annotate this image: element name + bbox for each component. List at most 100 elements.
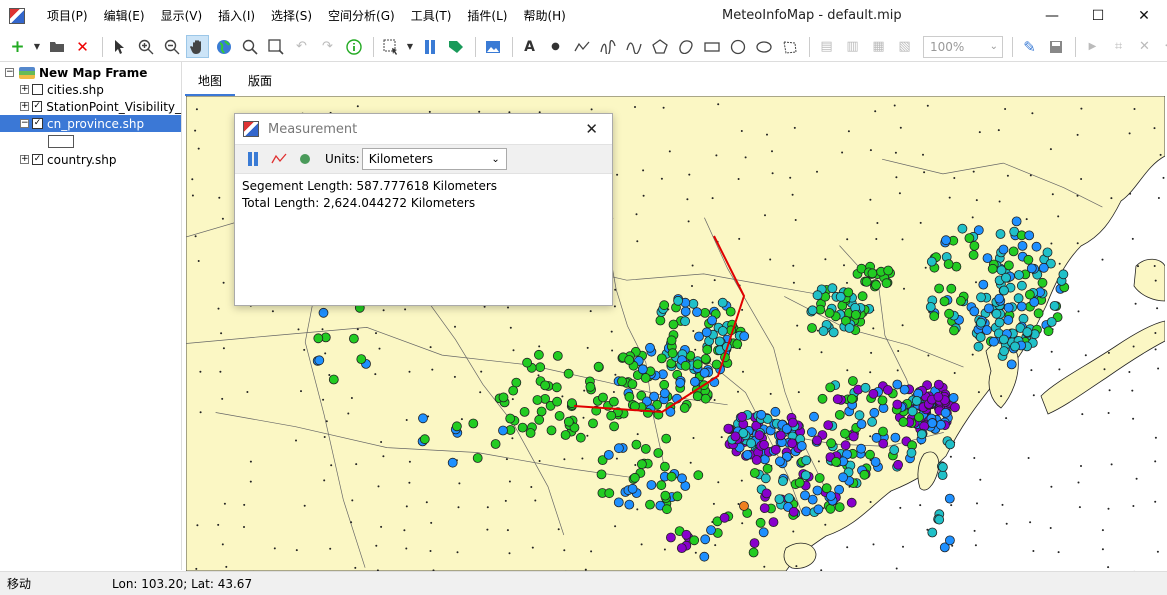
layer-visibility-checkbox[interactable]: ✓	[32, 118, 43, 129]
grid-point	[1005, 522, 1008, 525]
add-layer-icon[interactable]: +	[6, 35, 29, 58]
grid-point	[506, 529, 509, 532]
menu-project[interactable]: 项目(P)	[39, 0, 96, 32]
delete-feature-icon[interactable]: ✕	[1133, 35, 1156, 58]
close-button[interactable]: ✕	[1121, 0, 1167, 32]
station-point	[1008, 246, 1019, 257]
menu-spatial-analysis[interactable]: 空间分析(G)	[320, 0, 403, 32]
label-tag-icon[interactable]	[444, 35, 467, 58]
tab-layout-view[interactable]: 版面	[235, 66, 285, 96]
grid-point	[586, 346, 589, 349]
layer-visibility-checkbox[interactable]	[32, 84, 43, 95]
ellipse-icon[interactable]	[752, 35, 775, 58]
undo-icon[interactable]: ↶	[290, 35, 313, 58]
zoom-rectangle-icon[interactable]	[264, 35, 287, 58]
menu-view[interactable]: 显示(V)	[153, 0, 211, 32]
remove-layer-icon[interactable]: ✕	[71, 35, 94, 58]
select-features-icon[interactable]	[379, 35, 402, 58]
page-zoom-out-icon[interactable]: ▦	[867, 35, 890, 58]
menu-edit[interactable]: 编辑(E)	[96, 0, 153, 32]
point-icon[interactable]: ●	[544, 35, 567, 58]
circle-icon[interactable]	[726, 35, 749, 58]
measure-icon[interactable]	[418, 35, 441, 58]
curve-polygon-icon[interactable]	[674, 35, 697, 58]
menu-insert[interactable]: 插入(I)	[210, 0, 263, 32]
curve-icon[interactable]	[622, 35, 645, 58]
grid-point	[1156, 307, 1159, 310]
layer-visibility-checkbox[interactable]: ✓	[32, 101, 43, 112]
grid-point	[377, 485, 380, 488]
station-point	[1038, 262, 1049, 273]
polyline-icon[interactable]	[570, 35, 593, 58]
menu-tools[interactable]: 工具(T)	[403, 0, 460, 32]
tab-map-view[interactable]: 地图	[185, 66, 236, 96]
save-edits-icon[interactable]	[1044, 35, 1067, 58]
measure-polyline-icon[interactable]	[269, 149, 289, 169]
expand-icon[interactable]: +	[20, 155, 29, 164]
text-icon[interactable]: A	[518, 35, 541, 58]
measure-feature-icon[interactable]	[295, 149, 315, 169]
layer-item-country[interactable]: + ✓ country.shp	[0, 151, 181, 168]
layer-visibility-checkbox[interactable]: ✓	[32, 154, 43, 165]
polygon-icon[interactable]	[648, 35, 671, 58]
collapse-icon[interactable]: −	[20, 119, 29, 128]
zoom-combobox[interactable]: 100% ⌄	[923, 35, 1003, 58]
grid-point	[874, 110, 877, 113]
maximize-button[interactable]: ☐	[1075, 0, 1121, 32]
layer-item-cn-province[interactable]: − ✓ cn_province.shp	[0, 115, 181, 132]
grid-point	[380, 525, 383, 528]
open-folder-icon[interactable]	[45, 35, 68, 58]
dropdown-arrow-icon[interactable]: ▼	[32, 35, 42, 58]
full-extent-globe-icon[interactable]	[212, 35, 235, 58]
zoom-in-icon[interactable]	[134, 35, 157, 58]
grid-point	[870, 351, 873, 354]
redo-icon[interactable]: ↷	[316, 35, 339, 58]
expand-icon[interactable]: +	[20, 102, 29, 111]
grid-point	[847, 130, 850, 133]
page-setup-icon[interactable]: ▤	[815, 35, 838, 58]
grid-point	[1077, 481, 1080, 484]
menu-help[interactable]: 帮助(H)	[515, 0, 573, 32]
rectangle-icon[interactable]	[700, 35, 723, 58]
station-point	[988, 336, 999, 347]
station-point	[1006, 359, 1017, 370]
grid-point	[534, 499, 537, 502]
grid-point	[430, 521, 433, 524]
grid-point	[1107, 412, 1110, 414]
insert-picture-icon[interactable]	[481, 35, 504, 58]
info-icon[interactable]	[342, 35, 365, 58]
pan-hand-icon[interactable]	[186, 35, 209, 58]
layer-item-cities[interactable]: + cities.shp	[0, 81, 181, 98]
layer-tree-frame[interactable]: − New Map Frame	[0, 64, 181, 81]
menu-select[interactable]: 选择(S)	[263, 0, 320, 32]
move-feature-icon[interactable]: ✥	[1159, 35, 1167, 58]
page-zoom-in-icon[interactable]: ▥	[841, 35, 864, 58]
zoom-out-icon[interactable]	[160, 35, 183, 58]
page-fit-icon[interactable]: ▧	[893, 35, 916, 58]
grid-point	[1153, 127, 1156, 130]
dialog-close-button[interactable]: ✕	[585, 120, 598, 138]
identify-search-icon[interactable]	[238, 35, 261, 58]
dropdown-arrow-icon[interactable]: ▼	[405, 35, 415, 58]
grid-point	[744, 156, 747, 159]
minimize-button[interactable]: —	[1029, 0, 1075, 32]
grid-point	[486, 506, 489, 509]
station-point	[725, 306, 736, 317]
expand-icon[interactable]: +	[20, 85, 29, 94]
select-delete-icon[interactable]: ⌗	[1107, 35, 1130, 58]
edit-vertices-icon[interactable]	[778, 35, 801, 58]
station-point	[964, 233, 975, 244]
run-icon[interactable]: ▶	[1081, 35, 1104, 58]
measure-length-icon[interactable]	[243, 149, 263, 169]
station-point	[688, 298, 699, 309]
select-arrow-icon[interactable]	[108, 35, 131, 58]
grid-point	[223, 502, 226, 505]
layer-item-station-visibility[interactable]: + ✓ StationPoint_Visibility_	[0, 98, 181, 115]
station-point	[978, 279, 989, 290]
menu-plugins[interactable]: 插件(L)	[459, 0, 515, 32]
collapse-icon[interactable]: −	[5, 68, 14, 77]
freehand-icon[interactable]	[596, 35, 619, 58]
units-dropdown[interactable]: Kilometers ⌄	[361, 148, 507, 170]
grid-point	[869, 371, 872, 374]
edit-pencil-icon[interactable]: ✎	[1018, 35, 1041, 58]
